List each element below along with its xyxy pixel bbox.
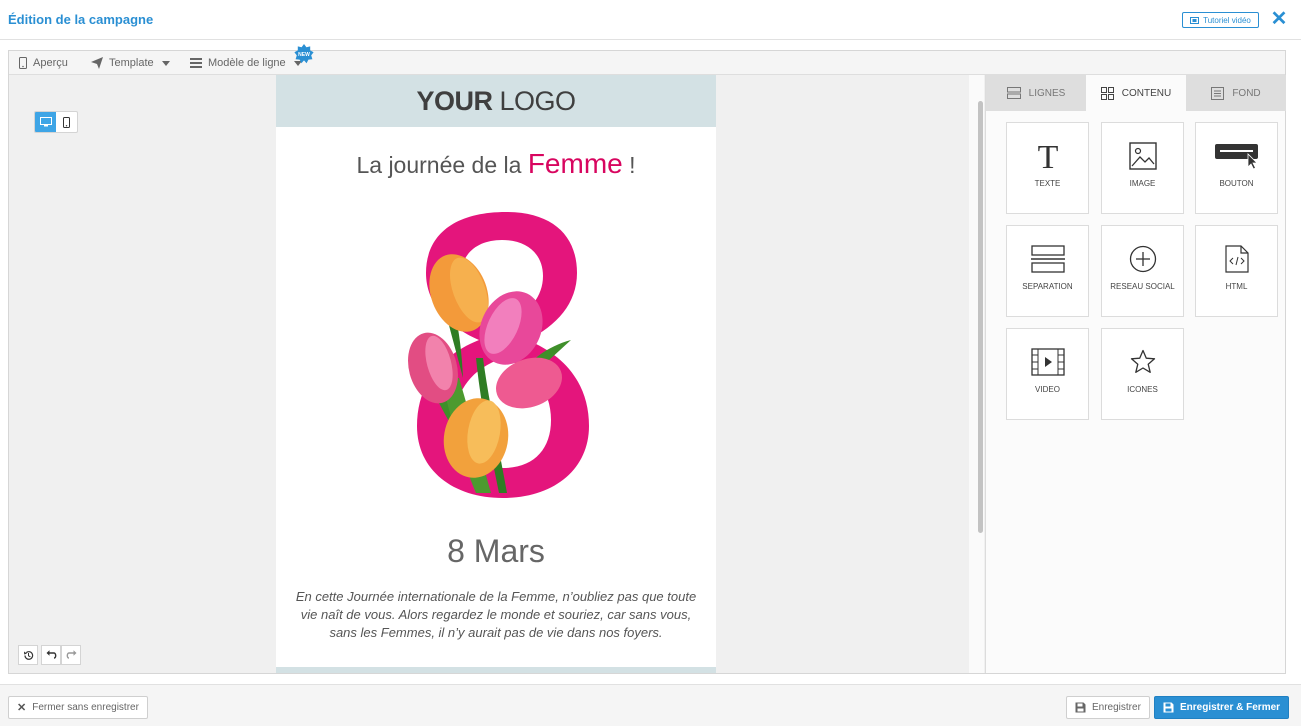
email-footer-band (276, 667, 716, 673)
tab-contenu-label: CONTENU (1121, 87, 1172, 99)
html-icon (1224, 245, 1249, 273)
mobile-icon (19, 57, 27, 69)
logo-text-light: LOGO (499, 85, 576, 116)
email-paragraph[interactable]: En cette Journée internationale de la Fe… (286, 588, 706, 642)
block-label: SEPARATION (1022, 282, 1073, 291)
background-icon (1211, 86, 1225, 100)
block-icones[interactable]: ICONES (1101, 328, 1184, 420)
editor-toolbar: Aperçu Template Modèle de ligne NEW (9, 44, 1285, 75)
device-toggle (34, 111, 78, 133)
save-icon (1075, 702, 1086, 713)
tab-fond[interactable]: FOND (1186, 75, 1286, 111)
block-texte[interactable]: T TEXTE (1006, 122, 1089, 214)
tab-contenu[interactable]: CONTENU (1086, 75, 1186, 111)
block-reseau-social[interactable]: RESEAU SOCIAL (1101, 225, 1184, 317)
mobile-view-button[interactable] (56, 112, 77, 132)
video-tutorial-label: Tutoriel vidéo (1203, 15, 1251, 25)
new-badge-icon: NEW (294, 44, 314, 64)
block-bouton[interactable]: BOUTON (1195, 122, 1278, 214)
star-icon (1130, 349, 1155, 373)
save-label: Enregistrer (1092, 702, 1141, 713)
editor-footer: ✕ Fermer sans enregistrer Enregistrer En… (0, 684, 1301, 726)
mobile-icon (63, 116, 70, 128)
headline-suffix: ! (629, 152, 636, 178)
redo-button[interactable] (61, 645, 81, 665)
headline-accent: Femme (527, 148, 623, 179)
block-label: BOUTON (1219, 179, 1254, 188)
close-icon: ✕ (17, 702, 27, 714)
video-icon (1030, 348, 1065, 376)
undo-button[interactable] (41, 645, 61, 665)
scrollbar-thumb[interactable] (978, 101, 983, 533)
logo-band[interactable]: YOUR LOGO (276, 75, 716, 127)
panel-tabs: LIGNES CONTENU FOND (986, 75, 1286, 111)
tab-lignes-label: LIGNES (1028, 87, 1066, 99)
block-separation[interactable]: SEPARATION (1006, 225, 1089, 317)
email-date[interactable]: 8 Mars (276, 533, 716, 570)
tab-fond-label: FOND (1232, 87, 1261, 99)
template-label: Template (109, 57, 154, 69)
block-label: RESEAU SOCIAL (1110, 282, 1175, 291)
block-html[interactable]: HTML (1195, 225, 1278, 317)
desktop-view-button[interactable] (35, 112, 56, 132)
block-label: TEXTE (1034, 179, 1061, 188)
social-icon (1129, 245, 1156, 273)
desktop-icon (39, 117, 52, 127)
image-icon (1128, 142, 1157, 170)
tab-lignes[interactable]: LIGNES (986, 75, 1086, 111)
tulip-eight-illustration[interactable] (381, 208, 601, 498)
undo-redo-group (41, 645, 81, 665)
logo-text-bold: YOUR (416, 85, 493, 116)
text-icon: T (1037, 141, 1058, 171)
button-icon (1214, 144, 1258, 170)
email-preview[interactable]: YOUR LOGO La journée de la Femme ! 8 Mar… (276, 75, 716, 673)
history-button[interactable] (18, 645, 38, 665)
close-without-saving-button[interactable]: ✕ Fermer sans enregistrer (8, 696, 148, 719)
content-panel: LIGNES CONTENU FOND T TEXTE IMAGE BOUTON… (985, 75, 1286, 673)
close-without-saving-label: Fermer sans enregistrer (32, 702, 139, 713)
block-label: HTML (1225, 282, 1248, 291)
chevron-down-icon (161, 60, 170, 66)
grid-icon (1100, 86, 1114, 100)
history-icon (23, 650, 33, 660)
rows-icon (1006, 87, 1021, 99)
block-video[interactable]: VIDEO (1006, 328, 1089, 420)
save-button[interactable]: Enregistrer (1066, 696, 1150, 719)
svg-text:T: T (1037, 141, 1058, 171)
redo-icon (66, 650, 76, 659)
save-and-close-label: Enregistrer & Fermer (1180, 702, 1281, 713)
video-tutorial-button[interactable]: Tutoriel vidéo (1182, 12, 1259, 28)
separator-icon (1030, 245, 1065, 273)
block-label: VIDEO (1035, 385, 1060, 394)
undo-icon (46, 650, 56, 659)
editor-header: Édition de la campagne Tutoriel vidéo ✕ (0, 0, 1301, 40)
canvas-scrollbar[interactable] (969, 75, 984, 673)
video-icon (1190, 16, 1200, 24)
row-model-label: Modèle de ligne (208, 57, 286, 69)
block-image[interactable]: IMAGE (1101, 122, 1184, 214)
email-canvas[interactable]: YOUR LOGO La journée de la Femme ! 8 Mar… (23, 75, 969, 673)
new-badge-text: NEW (298, 52, 310, 58)
headline-prefix: La journée de la (356, 152, 522, 178)
editor-frame: Aperçu Template Modèle de ligne NEW YOUR… (8, 44, 1286, 674)
block-label: IMAGE (1129, 179, 1156, 188)
preview-button[interactable]: Aperçu (19, 51, 68, 75)
close-icon[interactable]: ✕ (1270, 9, 1288, 29)
block-label: ICONES (1127, 385, 1158, 394)
row-model-dropdown[interactable]: Modèle de ligne (190, 51, 302, 75)
save-icon (1163, 702, 1174, 713)
email-headline[interactable]: La journée de la Femme ! (276, 148, 716, 180)
menu-icon (190, 58, 202, 68)
preview-label: Aperçu (33, 57, 68, 69)
template-dropdown[interactable]: Template (91, 51, 170, 75)
history-controls (18, 645, 38, 665)
page-title: Édition de la campagne (8, 12, 154, 27)
paper-plane-icon (91, 57, 103, 69)
save-and-close-button[interactable]: Enregistrer & Fermer (1154, 696, 1290, 719)
